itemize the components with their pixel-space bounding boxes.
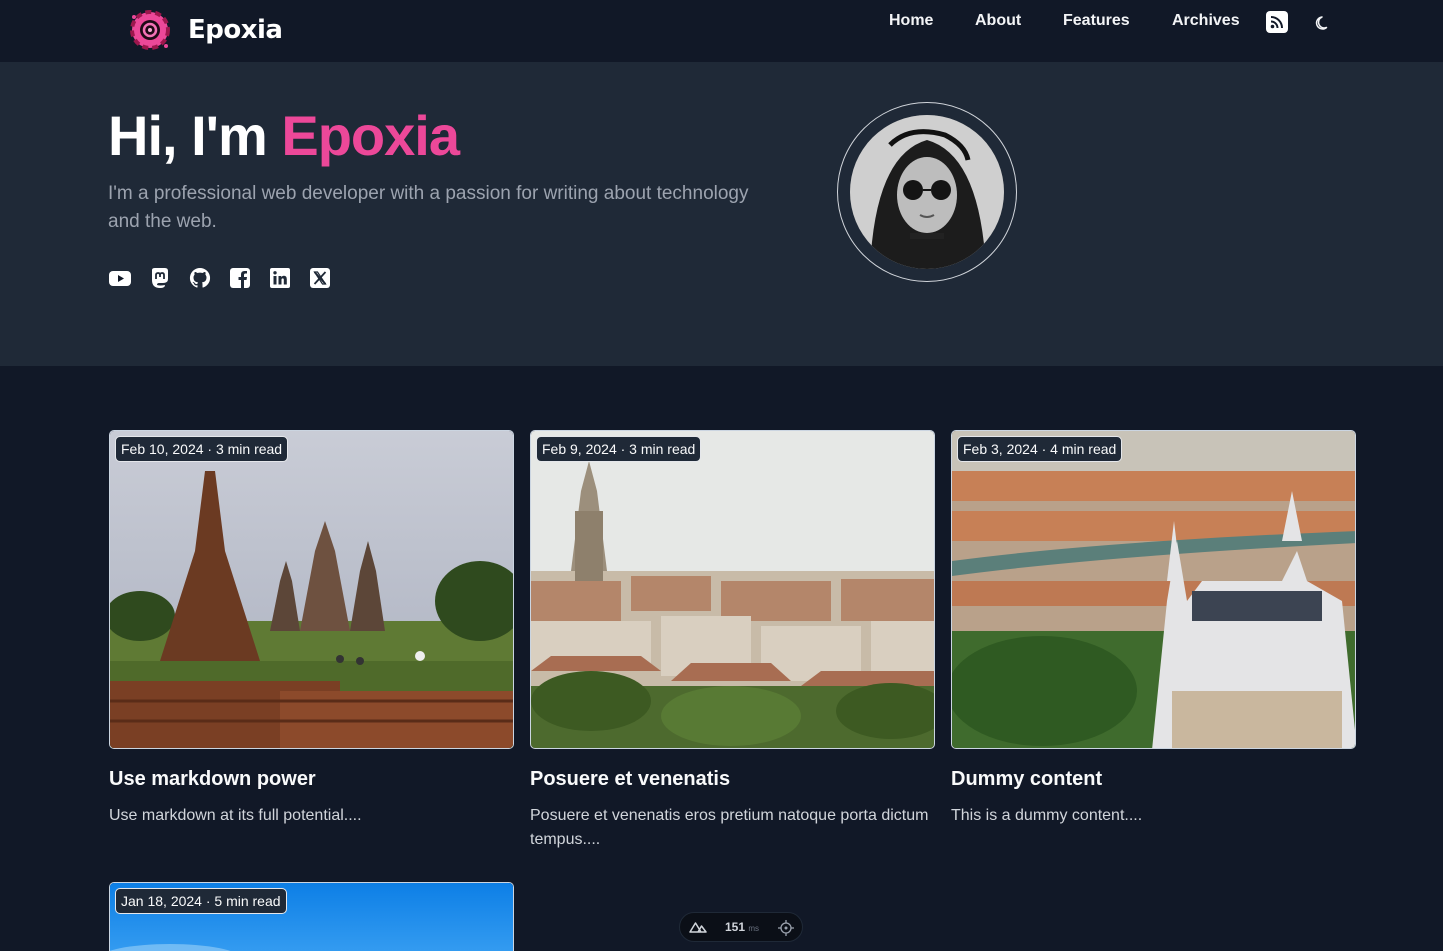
post-meta-badge: Feb 9, 2024 · 3 min read [536,436,702,462]
render-time: 151 ms [725,920,760,934]
post-title[interactable]: Posuere et venenatis [530,768,730,791]
post-image-temples [110,431,513,748]
post-thumbnail[interactable] [109,430,514,749]
avatar [850,115,1004,269]
youtube-link[interactable] [108,266,132,290]
crosshair-icon[interactable] [778,920,794,936]
linkedin-link[interactable] [268,266,292,290]
x-link[interactable] [308,266,332,290]
post-excerpt: Posuere et venenatis eros pretium natoqu… [530,807,929,848]
hero-greeting: Hi, I'm [108,104,282,167]
github-icon [189,267,211,288]
post-meta-badge: Jan 18, 2024 · 5 min read [115,888,287,914]
site-logo[interactable]: Epoxia [126,8,283,52]
avatar-portrait [850,115,1004,269]
nuxt-icon [689,922,707,933]
linkedin-icon [270,268,290,288]
post-thumbnail[interactable] [951,430,1356,749]
post-image-village [531,431,934,748]
post-title[interactable]: Use markdown power [109,768,316,791]
logo-icon [130,10,170,50]
nav-home[interactable]: Home [889,12,933,30]
brand-name: Epoxia [188,15,283,45]
github-link[interactable] [188,266,212,290]
facebook-icon [230,268,250,288]
facebook-link[interactable] [228,266,252,290]
devtools-bar[interactable]: 151 ms [679,912,803,942]
hero-name: Epoxia [281,104,460,167]
post-excerpt: This is a dummy content.... [951,807,1143,824]
post-image-city [952,431,1355,748]
post-meta-badge: Feb 10, 2024 · 3 min read [115,436,289,462]
x-icon [310,268,330,288]
mastodon-link[interactable] [148,266,172,290]
navbar: Epoxia Home About Features Archives [0,0,1443,62]
post-thumbnail[interactable] [530,430,935,749]
post-title[interactable]: Dummy content [951,768,1102,791]
rss-button[interactable] [1266,11,1288,33]
nav-features[interactable]: Features [1063,12,1130,30]
nav-about[interactable]: About [975,12,1021,30]
avatar-frame [837,102,1017,282]
moon-icon [1315,16,1328,30]
social-links [108,266,332,290]
post-meta-badge: Feb 3, 2024 · 4 min read [957,436,1123,462]
hero-subtitle: I'm a professional web developer with a … [108,183,749,232]
mastodon-icon [152,268,168,288]
hero-title: Hi, I'm Epoxia [108,104,460,168]
post-excerpt: Use markdown at its full potential.... [109,807,362,824]
nav-archives[interactable]: Archives [1172,12,1240,30]
rss-icon [1270,16,1283,29]
youtube-icon [109,271,131,286]
theme-toggle-button[interactable] [1314,14,1332,32]
